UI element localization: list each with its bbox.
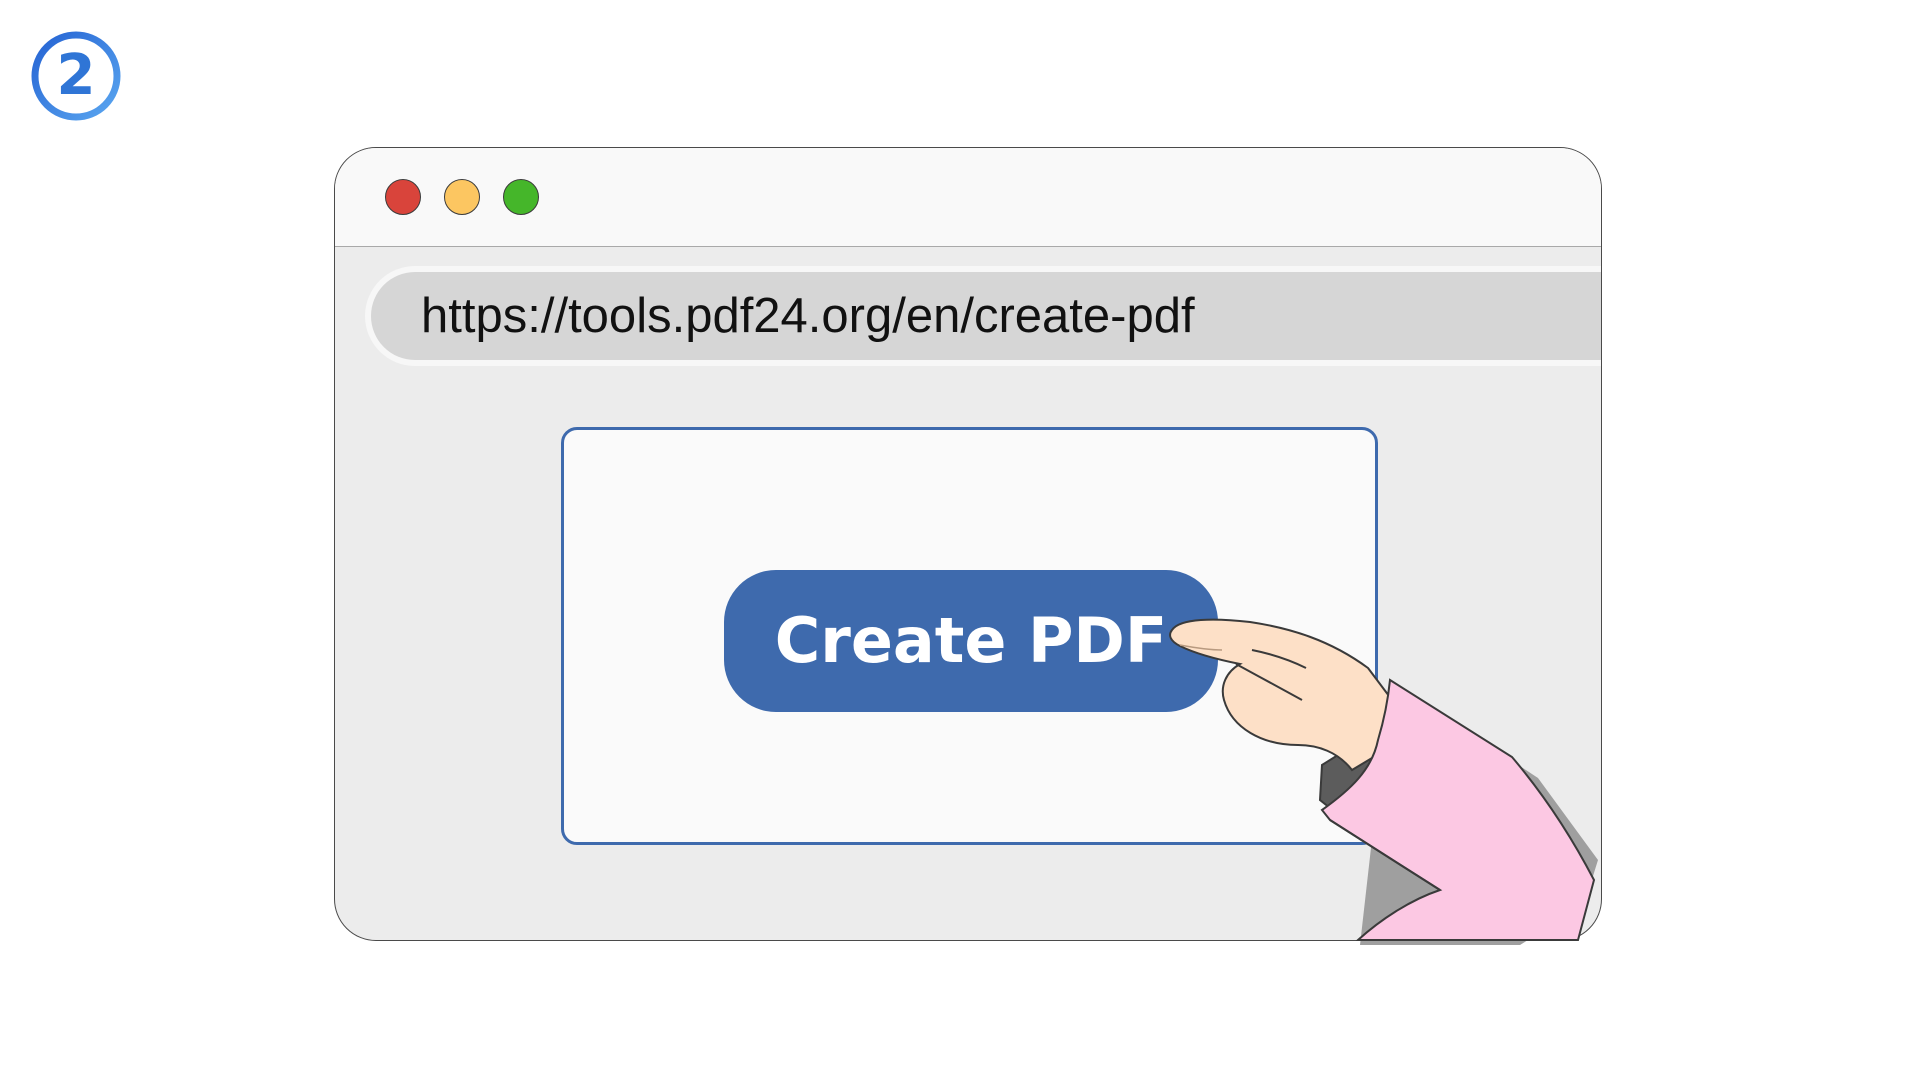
tutorial-illustration: 2 https://tools.pdf24.org/en/create-pdf … [0, 0, 1921, 1081]
window-maximize-button[interactable] [503, 179, 539, 215]
step-badge: 2 [30, 30, 122, 122]
browser-window: https://tools.pdf24.org/en/create-pdf Cr… [334, 147, 1602, 941]
window-close-button[interactable] [385, 179, 421, 215]
address-bar[interactable]: https://tools.pdf24.org/en/create-pdf [365, 266, 1601, 366]
url-text: https://tools.pdf24.org/en/create-pdf [421, 289, 1195, 343]
step-number: 2 [56, 43, 96, 108]
address-field[interactable]: https://tools.pdf24.org/en/create-pdf [371, 272, 1601, 360]
title-bar [335, 148, 1601, 247]
window-minimize-button[interactable] [444, 179, 480, 215]
create-pdf-button[interactable]: Create PDF [724, 570, 1218, 712]
